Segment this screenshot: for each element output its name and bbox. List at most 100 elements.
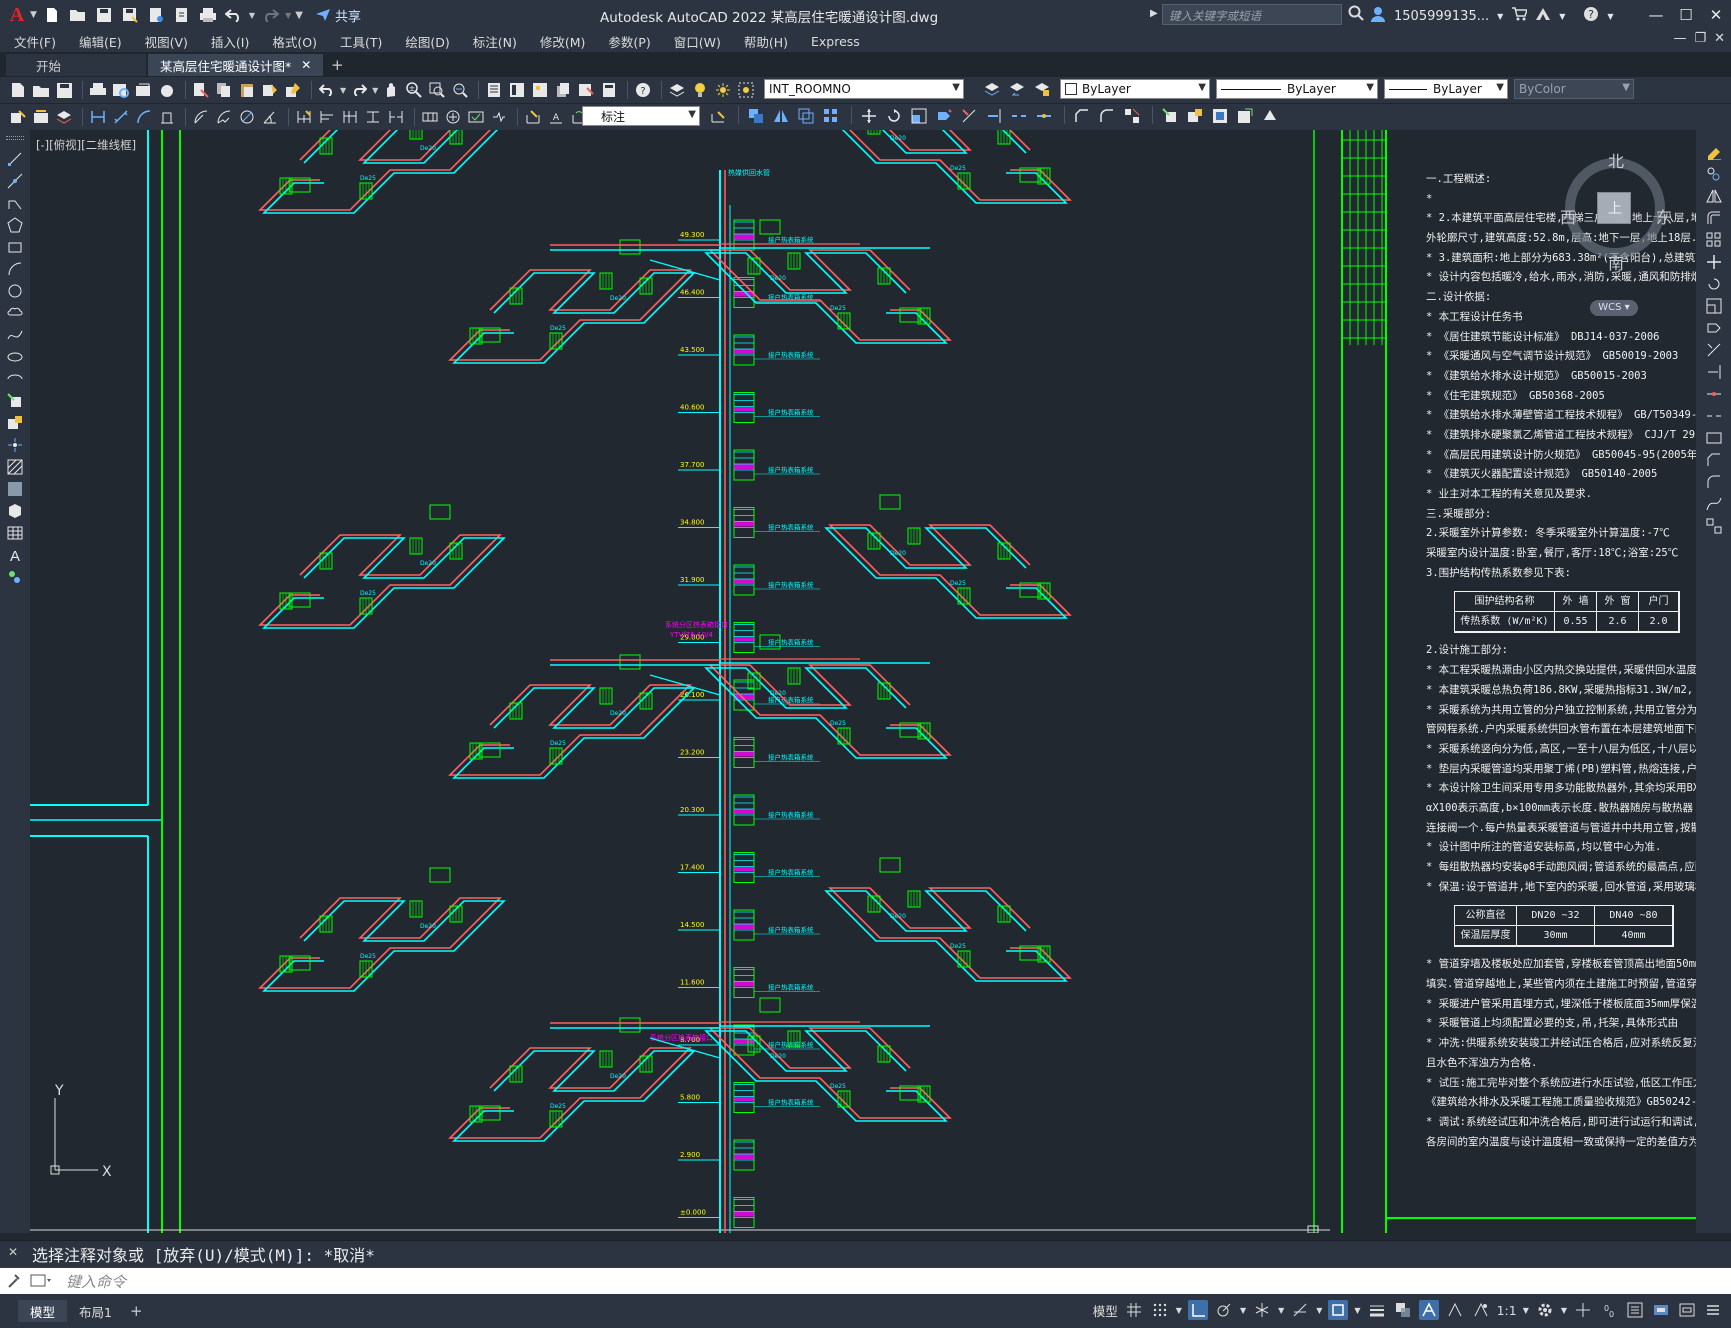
cut-icon[interactable] <box>191 80 211 100</box>
angular-dim-icon[interactable] <box>260 107 280 127</box>
table-icon[interactable] <box>5 523 25 542</box>
object-snap-tracking-icon[interactable] <box>1290 1300 1310 1320</box>
save-icon[interactable] <box>93 4 115 26</box>
user-icon[interactable] <box>1370 6 1386 26</box>
arc-icon[interactable] <box>5 259 25 278</box>
baseline-dim-icon[interactable] <box>317 107 337 127</box>
blend-icon[interactable] <box>1704 494 1724 513</box>
redo-tb-dropdown-icon[interactable]: ▼ <box>372 86 378 95</box>
user-dropdown-icon[interactable]: ▼ <box>1497 12 1503 21</box>
scale-pal-icon[interactable] <box>1704 296 1724 315</box>
explode-icon[interactable] <box>1122 106 1142 126</box>
insert-icon[interactable] <box>5 391 25 410</box>
undo-tb-dropdown-icon[interactable]: ▼ <box>340 86 346 95</box>
app-dropdown-icon[interactable]: ▼ <box>1559 12 1565 21</box>
model-space-label[interactable]: 模型 <box>1093 1301 1118 1320</box>
copy-pal-icon[interactable] <box>1704 164 1724 183</box>
autodesk-app-icon[interactable] <box>1535 7 1551 25</box>
osnap-tracking-dropdown-icon[interactable]: ▼ <box>1316 1306 1322 1315</box>
radius-dim-icon[interactable] <box>191 107 211 127</box>
new-file-icon[interactable] <box>41 4 63 26</box>
doc-close-icon[interactable]: ✕ <box>1714 31 1725 46</box>
search-input[interactable]: 键入关键字或短语 <box>1162 4 1342 25</box>
share-button[interactable]: 共享 <box>315 6 361 25</box>
zoom-previous-icon[interactable] <box>450 80 470 100</box>
viewport-controls[interactable]: [-][俯视][二维线框] <box>36 137 136 153</box>
spline-icon[interactable] <box>5 325 25 344</box>
open-icon[interactable] <box>31 80 51 100</box>
menu-express[interactable]: Express <box>811 34 860 49</box>
scale-dropdown-icon[interactable]: ▼ <box>1523 1306 1529 1315</box>
mirror-icon[interactable] <box>771 106 791 126</box>
gradient-icon[interactable] <box>5 479 25 498</box>
make-current-layer-icon[interactable] <box>982 79 1002 99</box>
jogged-dim-icon[interactable] <box>214 107 234 127</box>
command-close-icon[interactable]: ✕ <box>8 1245 18 1259</box>
point-icon[interactable] <box>5 435 25 454</box>
xref-icon[interactable] <box>1235 106 1255 126</box>
menu-tools[interactable]: 工具(T) <box>340 32 382 51</box>
copy-icon[interactable] <box>214 80 234 100</box>
annotation-tool-icon[interactable] <box>8 107 28 127</box>
menu-draw[interactable]: 绘图(D) <box>405 32 449 51</box>
ordinate-dim-icon[interactable] <box>157 107 177 127</box>
sheet-set-icon[interactable] <box>553 80 573 100</box>
clean-screen-icon[interactable] <box>1677 1300 1697 1320</box>
fillet-icon[interactable] <box>1097 106 1117 126</box>
open-file-icon[interactable] <box>67 4 89 26</box>
new-tab-icon[interactable]: + <box>325 56 349 76</box>
undo-tb-icon[interactable] <box>317 80 337 100</box>
menu-edit[interactable]: 编辑(E) <box>79 32 122 51</box>
annotation-monitor-icon[interactable] <box>1573 1300 1593 1320</box>
markup-icon[interactable] <box>576 80 596 100</box>
zoom-window-icon[interactable] <box>427 80 447 100</box>
qnew-icon[interactable] <box>8 80 28 100</box>
menu-insert[interactable]: 插入(I) <box>211 32 249 51</box>
workspace-gear-icon[interactable] <box>1535 1300 1555 1320</box>
palette-grip[interactable] <box>6 136 24 140</box>
paste-icon[interactable] <box>237 80 257 100</box>
isodraft-dropdown-icon[interactable]: ▼ <box>1278 1306 1284 1315</box>
wblock-icon[interactable] <box>1210 106 1230 126</box>
add-layout-icon[interactable]: + <box>130 1302 143 1320</box>
rectangle-icon[interactable] <box>5 237 25 256</box>
layer-thaw-icon[interactable] <box>713 80 733 100</box>
diameter-dim-icon[interactable] <box>237 107 257 127</box>
rotate-icon[interactable] <box>884 106 904 126</box>
point-cloud-icon[interactable] <box>1260 106 1280 126</box>
tab-layout1[interactable]: 布局1 <box>67 1300 124 1322</box>
jogged-linear-icon[interactable] <box>489 107 509 127</box>
undo-icon[interactable] <box>223 4 245 26</box>
dimstyle-icon[interactable] <box>708 106 728 126</box>
linear-dim-icon[interactable] <box>88 107 108 127</box>
arc-length-icon[interactable] <box>134 107 154 127</box>
user-name[interactable]: 1505999135... <box>1394 9 1489 24</box>
layer-walk-icon[interactable] <box>31 107 51 127</box>
offset-pal-icon[interactable] <box>1704 208 1724 227</box>
wcs-menu[interactable]: WCS ▾ <box>1590 300 1638 316</box>
redo-icon[interactable] <box>259 4 281 26</box>
save-tb-icon[interactable] <box>54 80 74 100</box>
workspace-dropdown-icon[interactable]: ▼ <box>1561 1306 1567 1315</box>
mirror-pal-icon[interactable] <box>1704 186 1724 205</box>
extend-icon[interactable] <box>984 106 1004 126</box>
mtext-icon[interactable]: A <box>5 545 25 564</box>
snap-icon[interactable] <box>1150 1300 1170 1320</box>
polygon-icon[interactable] <box>5 215 25 234</box>
customize-icon[interactable] <box>6 1273 20 1292</box>
save-as-icon[interactable] <box>119 4 141 26</box>
ellipse-arc-icon[interactable] <box>5 369 25 388</box>
tab-model[interactable]: 模型 <box>18 1300 68 1322</box>
trim-icon[interactable] <box>959 106 979 126</box>
stretch-pal-icon[interactable] <box>1704 318 1724 337</box>
break-icon[interactable] <box>1009 106 1029 126</box>
menu-file[interactable]: 文件(F) <box>14 32 56 51</box>
units-icon[interactable]: 00 <box>1599 1300 1619 1320</box>
create-block-icon[interactable] <box>1185 106 1205 126</box>
quick-properties-icon[interactable] <box>1625 1300 1645 1320</box>
hardware-acceleration-icon[interactable] <box>1651 1300 1671 1320</box>
autocad-logo-icon[interactable]: A <box>4 4 30 27</box>
polar-icon[interactable] <box>1214 1300 1234 1320</box>
break-point-icon[interactable] <box>1704 384 1724 403</box>
help-dropdown-icon[interactable]: ▼ <box>1607 12 1613 21</box>
